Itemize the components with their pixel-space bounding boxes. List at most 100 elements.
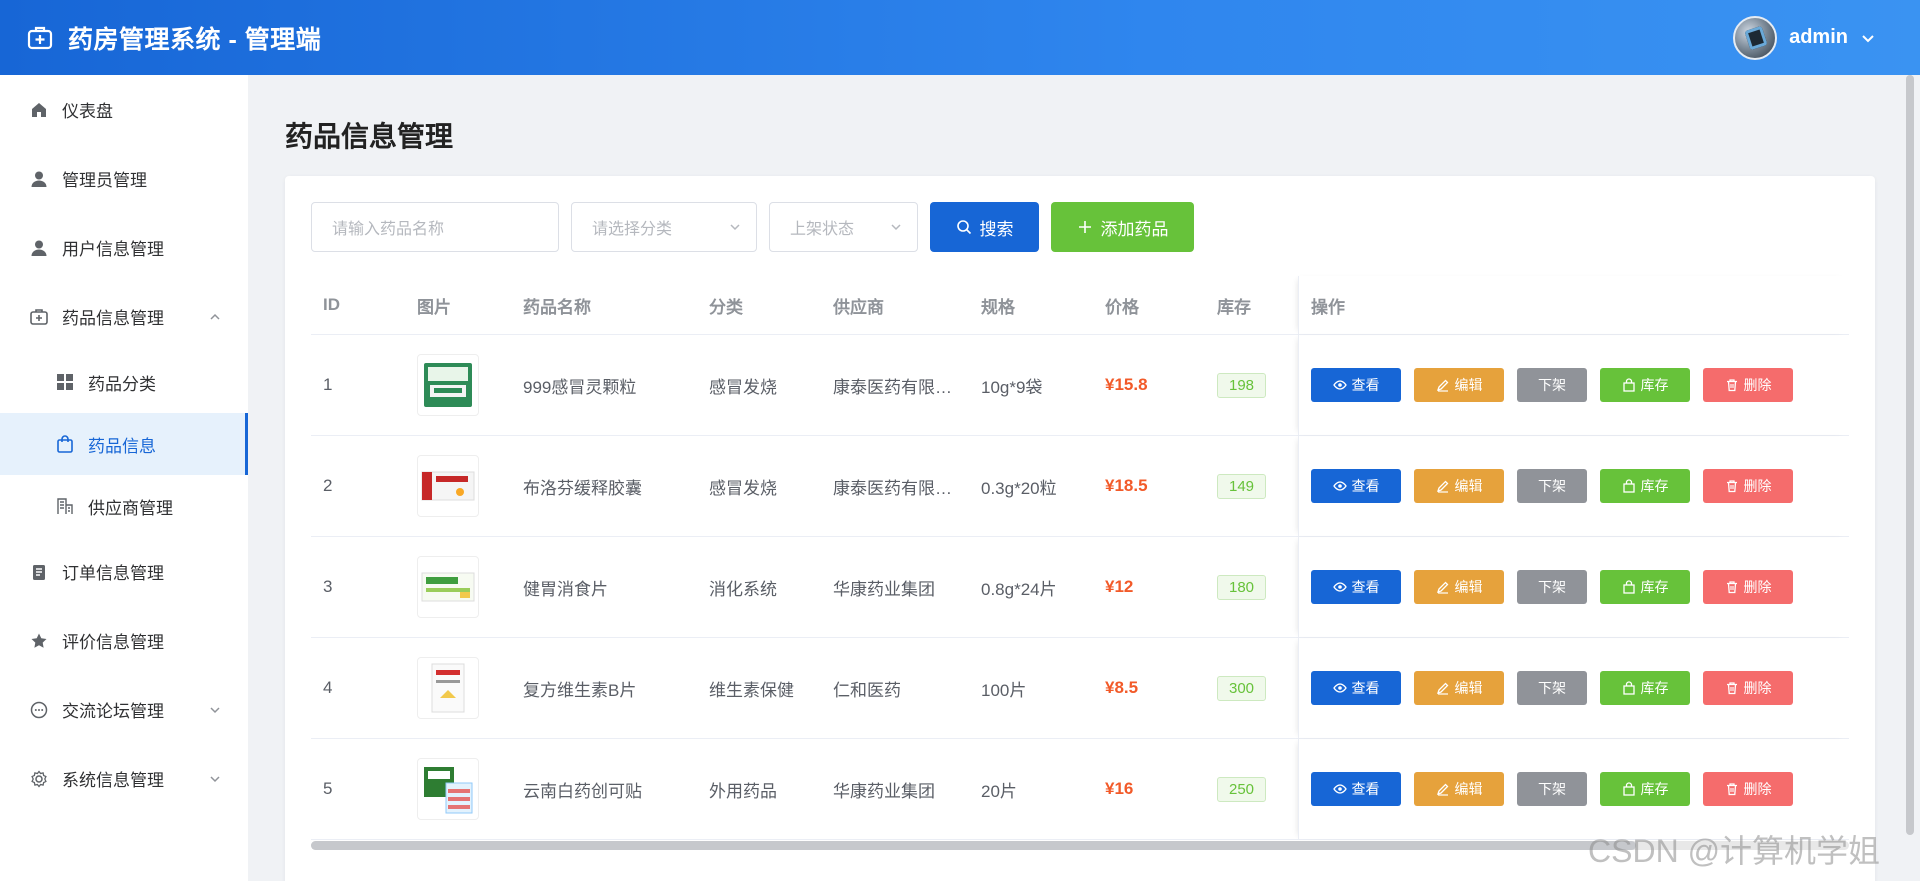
medicine-thumbnail[interactable] [417,455,479,517]
document-icon [28,561,50,583]
delete-button[interactable]: 删除 [1703,469,1793,503]
unlist-button[interactable]: 下架 [1517,671,1587,705]
edit-button-label: 编辑 [1454,680,1483,696]
sidebar-item-medicine-info[interactable]: 药品信息 [0,413,248,475]
delete-button[interactable]: 删除 [1703,772,1793,806]
search-button[interactable]: 搜索 [930,202,1039,252]
medicine-name-input[interactable]: 请输入药品名称 [311,202,559,252]
cell-spec: 100片 [981,680,1027,700]
user-menu[interactable]: admin [1733,15,1876,60]
chevron-down-icon[interactable] [1860,30,1876,46]
sidebar-item-reviews[interactable]: 评价信息管理 [0,606,248,675]
sidebar-item-label: 订单信息管理 [62,564,164,583]
view-button[interactable]: 查看 [1311,368,1401,402]
medicine-thumbnail[interactable] [417,354,479,416]
scrollbar-thumb[interactable] [311,841,1636,850]
delete-button-label: 删除 [1743,781,1772,797]
sidebar-item-admins[interactable]: 管理员管理 [0,144,248,213]
pencil-icon [1436,782,1450,796]
cell-image [411,455,511,517]
filter-toolbar: 请输入药品名称 请选择分类 上架状态 搜索 添加药品 [311,202,1206,252]
sidebar-item-label: 用户信息管理 [62,240,164,259]
cell-actions: 查看 编辑 下架 库存 删除 [1298,638,1849,738]
unlist-button[interactable]: 下架 [1517,368,1587,402]
medicine-thumbnail[interactable] [417,556,479,618]
unlist-button-label: 下架 [1538,478,1566,494]
category-select[interactable]: 请选择分类 [571,202,757,252]
cell-supplier: 康泰医药有限… [833,377,952,397]
search-button-label: 搜索 [979,219,1014,239]
grid-icon [54,371,76,393]
bag-icon [54,433,76,455]
user-icon [28,237,50,259]
user-icon [28,168,50,190]
stock-button[interactable]: 库存 [1600,469,1690,503]
stock-badge: 198 [1217,372,1267,398]
cell-actions: 查看 编辑 下架 库存 删除 [1298,537,1849,637]
table-row: 4 复方维生素B片 维生素保健 仁和医药 100片 ¥8.5 300 查看 编辑 下架 库存 删除 [311,638,1849,739]
cell-name: 健胃消食片 [523,579,608,599]
view-button-label: 查看 [1351,781,1380,797]
sidebar-item-suppliers[interactable]: 供应商管理 [0,475,248,537]
unlist-button-label: 下架 [1538,579,1566,595]
scrollbar-thumb[interactable] [1906,75,1914,835]
unlist-button[interactable]: 下架 [1517,772,1587,806]
avatar[interactable] [1733,15,1778,60]
column-header-stock: 库存 [1217,297,1251,317]
medkit-icon [27,26,53,49]
stock-button[interactable]: 库存 [1600,772,1690,806]
delete-button[interactable]: 删除 [1703,671,1793,705]
view-button[interactable]: 查看 [1311,570,1401,604]
username[interactable]: admin [1789,26,1848,49]
eye-icon [1332,378,1347,392]
column-header-id: ID [323,295,340,314]
view-button[interactable]: 查看 [1311,469,1401,503]
delete-button[interactable]: 删除 [1703,570,1793,604]
cell-image [411,354,511,416]
edit-button[interactable]: 编辑 [1414,368,1504,402]
stock-button[interactable]: 库存 [1600,570,1690,604]
edit-button[interactable]: 编辑 [1414,671,1504,705]
table-row: 2 布洛芬缓释胶囊 感冒发烧 康泰医药有限… 0.3g*20粒 ¥18.5 149 查看 编辑 下… [311,436,1849,537]
cell-category: 维生素保健 [709,680,794,700]
vertical-scrollbar[interactable] [1905,75,1915,881]
view-button[interactable]: 查看 [1311,772,1401,806]
bag-icon [1622,479,1636,493]
stock-button[interactable]: 库存 [1600,368,1690,402]
unlist-button-label: 下架 [1538,781,1566,797]
cell-price: ¥15.8 [1105,375,1148,394]
cell-supplier: 仁和医药 [833,680,901,700]
add-medicine-button[interactable]: 添加药品 [1051,202,1194,252]
building-icon [54,495,76,517]
sidebar-item-label: 药品信息管理 [62,309,164,328]
delete-button[interactable]: 删除 [1703,368,1793,402]
medicine-thumbnail[interactable] [417,758,479,820]
cell-category: 外用药品 [709,781,777,801]
unlist-button-label: 下架 [1538,377,1566,393]
app-title: 药房管理系统 - 管理端 [68,25,322,54]
sidebar-item-medicine[interactable]: 药品信息管理 [0,282,248,351]
unlist-button[interactable]: 下架 [1517,570,1587,604]
bag-icon [1622,378,1636,392]
sidebar-item-orders[interactable]: 订单信息管理 [0,537,248,606]
medicine-thumbnail[interactable] [417,657,479,719]
stock-button[interactable]: 库存 [1600,671,1690,705]
sidebar-item-dashboard[interactable]: 仪表盘 [0,75,248,144]
stock-badge: 250 [1217,776,1267,802]
sidebar-item-users[interactable]: 用户信息管理 [0,213,248,282]
view-button[interactable]: 查看 [1311,671,1401,705]
top-header: 药房管理系统 - 管理端 admin [0,0,1920,75]
view-button-label: 查看 [1351,680,1380,696]
sidebar-item-medicine-category[interactable]: 药品分类 [0,351,248,413]
cell-stock: 300 [1205,675,1298,701]
watermark: CSDN @计算机学姐 [1588,833,1881,869]
unlist-button[interactable]: 下架 [1517,469,1587,503]
sidebar-item-forum[interactable]: 交流论坛管理 [0,675,248,744]
status-select[interactable]: 上架状态 [769,202,918,252]
settings-icon [28,768,50,790]
sidebar-item-system[interactable]: 系统信息管理 [0,744,248,813]
edit-button[interactable]: 编辑 [1414,570,1504,604]
table-row: 3 健胃消食片 消化系统 华康药业集团 0.8g*24片 ¥12 180 查看 编辑 下架 库存 删除 [311,537,1849,638]
edit-button[interactable]: 编辑 [1414,469,1504,503]
edit-button[interactable]: 编辑 [1414,772,1504,806]
